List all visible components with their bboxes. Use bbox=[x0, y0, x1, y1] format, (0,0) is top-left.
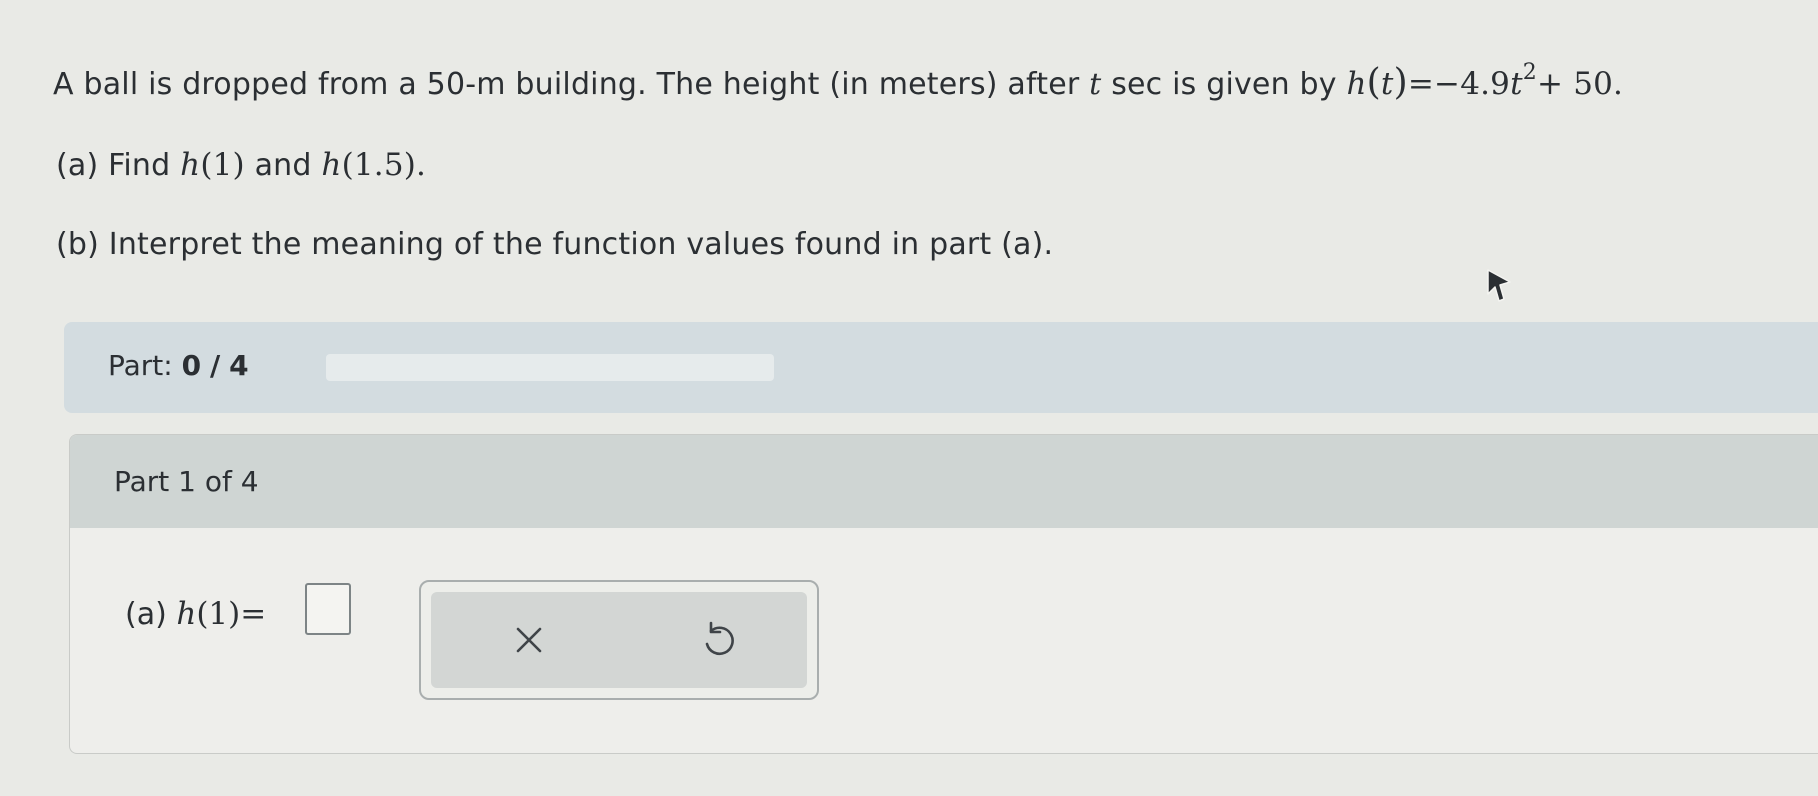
question-func: h bbox=[176, 596, 197, 632]
part-progress-label: Part: 0 / 4 bbox=[108, 349, 249, 382]
part-a-and: and bbox=[254, 148, 312, 183]
formula-tail: + 50. bbox=[1536, 66, 1624, 102]
answer-input[interactable] bbox=[305, 583, 351, 635]
close-icon[interactable] bbox=[509, 620, 549, 660]
part-panel-header: Part 1 of 4 bbox=[70, 435, 1818, 528]
mouse-cursor-icon bbox=[1487, 269, 1511, 302]
part-separator: / bbox=[210, 349, 221, 382]
formula-paren-open: ( bbox=[1366, 62, 1381, 103]
undo-icon[interactable] bbox=[698, 619, 738, 661]
intro-text: A ball is dropped from a 50-m building. … bbox=[53, 67, 1080, 102]
part-panel-title: Part 1 of 4 bbox=[114, 465, 259, 498]
problem-line-intro: A ball is dropped from a 50-m building. … bbox=[53, 60, 1624, 103]
answer-actions-inner bbox=[431, 592, 807, 688]
problem-part-a: (a) Find h(1) and h(1.5). bbox=[56, 147, 426, 183]
part-a-func1-name: h bbox=[180, 147, 201, 183]
part-a-func2-arg: (1.5). bbox=[341, 147, 427, 183]
part-a-func2-name: h bbox=[321, 147, 342, 183]
part-current: 0 bbox=[181, 349, 202, 382]
part-label-text: Part: bbox=[108, 349, 173, 382]
progress-track bbox=[326, 354, 774, 381]
part-a-prefix: (a) Find bbox=[56, 148, 171, 183]
formula-arg: t bbox=[1380, 66, 1394, 102]
part-panel: Part 1 of 4 (a) h(1)= bbox=[69, 434, 1818, 754]
question-label: (a) h(1)= bbox=[125, 596, 266, 632]
question-equals: = bbox=[240, 596, 267, 632]
answer-actions bbox=[419, 580, 819, 700]
problem-part-b: (b) Interpret the meaning of the functio… bbox=[56, 227, 1054, 262]
question-arg: (1) bbox=[196, 596, 241, 632]
formula-func-name: h bbox=[1346, 66, 1367, 102]
question-prefix: (a) bbox=[125, 597, 167, 632]
part-progress-bar: Part: 0 / 4 bbox=[64, 322, 1818, 413]
formula-rhs: =−4.9 bbox=[1407, 66, 1511, 102]
formula-rhs-var: t bbox=[1510, 66, 1523, 102]
intro-text-2: sec is given by bbox=[1111, 67, 1337, 102]
formula-exponent: 2 bbox=[1522, 59, 1537, 85]
height-formula: h(t)=−4.9t2+ 50. bbox=[1346, 60, 1624, 103]
part-a-func1-arg: (1) bbox=[200, 147, 245, 183]
part-total: 4 bbox=[229, 349, 249, 382]
formula-paren-close: ) bbox=[1393, 62, 1408, 103]
variable-t: t bbox=[1089, 67, 1102, 102]
